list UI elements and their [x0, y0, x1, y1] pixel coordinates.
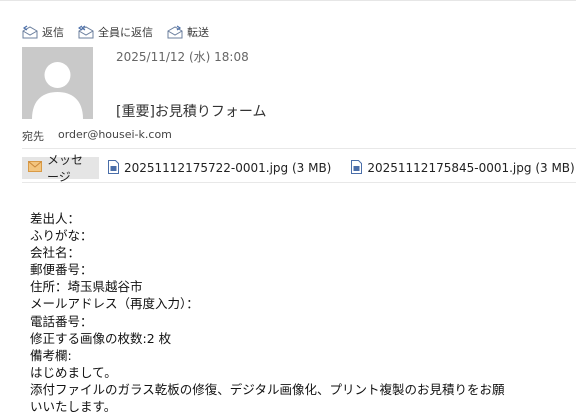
to-address[interactable]: order@housei-k.com [58, 128, 172, 141]
body-line: 修正する画像の枚数:2 枚 [30, 330, 172, 346]
reply-all-button[interactable]: 全員に返信 [78, 24, 153, 40]
body-line: 添付ファイルのガラス乾板の修復、デジタル画像化、プリント複製のお見積りをお願 [30, 381, 505, 397]
reply-icon [22, 25, 38, 39]
body-line: 郵便番号： [30, 262, 93, 278]
message-tab-label: メッセージ [47, 153, 84, 184]
envelope-icon [28, 161, 42, 175]
body-line: 住所：埼玉県越谷市 [30, 279, 143, 295]
attachment-file-2-label: 20251112175845-0001.jpg (3 MB) [367, 161, 575, 175]
message-toolbar: 返信 全員に返信 転送 [22, 24, 209, 40]
message-body: 差出人： ふりがな： 会社名： 郵便番号： 住所：埼玉県越谷市 メールアドレス（… [30, 210, 505, 415]
body-line: 差出人： [30, 211, 81, 226]
image-file-icon [108, 159, 119, 177]
message-date: 2025/11/12 (水) 18:08 [116, 50, 249, 64]
image-file-icon [351, 159, 363, 177]
attachment-file-1-label: 20251112175722-0001.jpg (3 MB) [124, 161, 332, 175]
body-divider [22, 182, 576, 183]
body-line: いいたします。 [30, 399, 117, 415]
body-line: 電話番号： [30, 313, 93, 329]
body-line: 会社名： [30, 245, 81, 261]
person-silhouette-icon [32, 62, 83, 119]
reply-all-label: 全員に返信 [98, 26, 153, 39]
forward-label: 転送 [187, 26, 209, 39]
reply-all-icon [78, 25, 94, 39]
body-line: はじめまして。 [30, 364, 117, 380]
header-divider [22, 148, 576, 149]
reply-button[interactable]: 返信 [22, 24, 64, 40]
attachment-file-2[interactable]: 20251112175845-0001.jpg (3 MB) [351, 159, 575, 177]
reply-label: 返信 [42, 26, 64, 39]
body-line: メールアドレス（再度入力）： [30, 296, 199, 312]
sender-avatar [22, 47, 93, 119]
message-tab[interactable]: メッセージ [22, 153, 99, 184]
forward-icon [167, 25, 183, 39]
attachment-file-1[interactable]: 20251112175722-0001.jpg (3 MB) [108, 159, 332, 177]
message-subject: [重要]お見積りフォーム [116, 104, 267, 120]
body-line: ふりがな： [30, 228, 93, 244]
to-label: 宛先 [22, 130, 44, 143]
forward-button[interactable]: 転送 [167, 24, 209, 40]
attachment-bar: メッセージ 20251112175722-0001.jpg (3 MB) 202… [22, 153, 575, 184]
body-line: 備考欄: [30, 347, 72, 363]
top-divider [0, 0, 576, 1]
